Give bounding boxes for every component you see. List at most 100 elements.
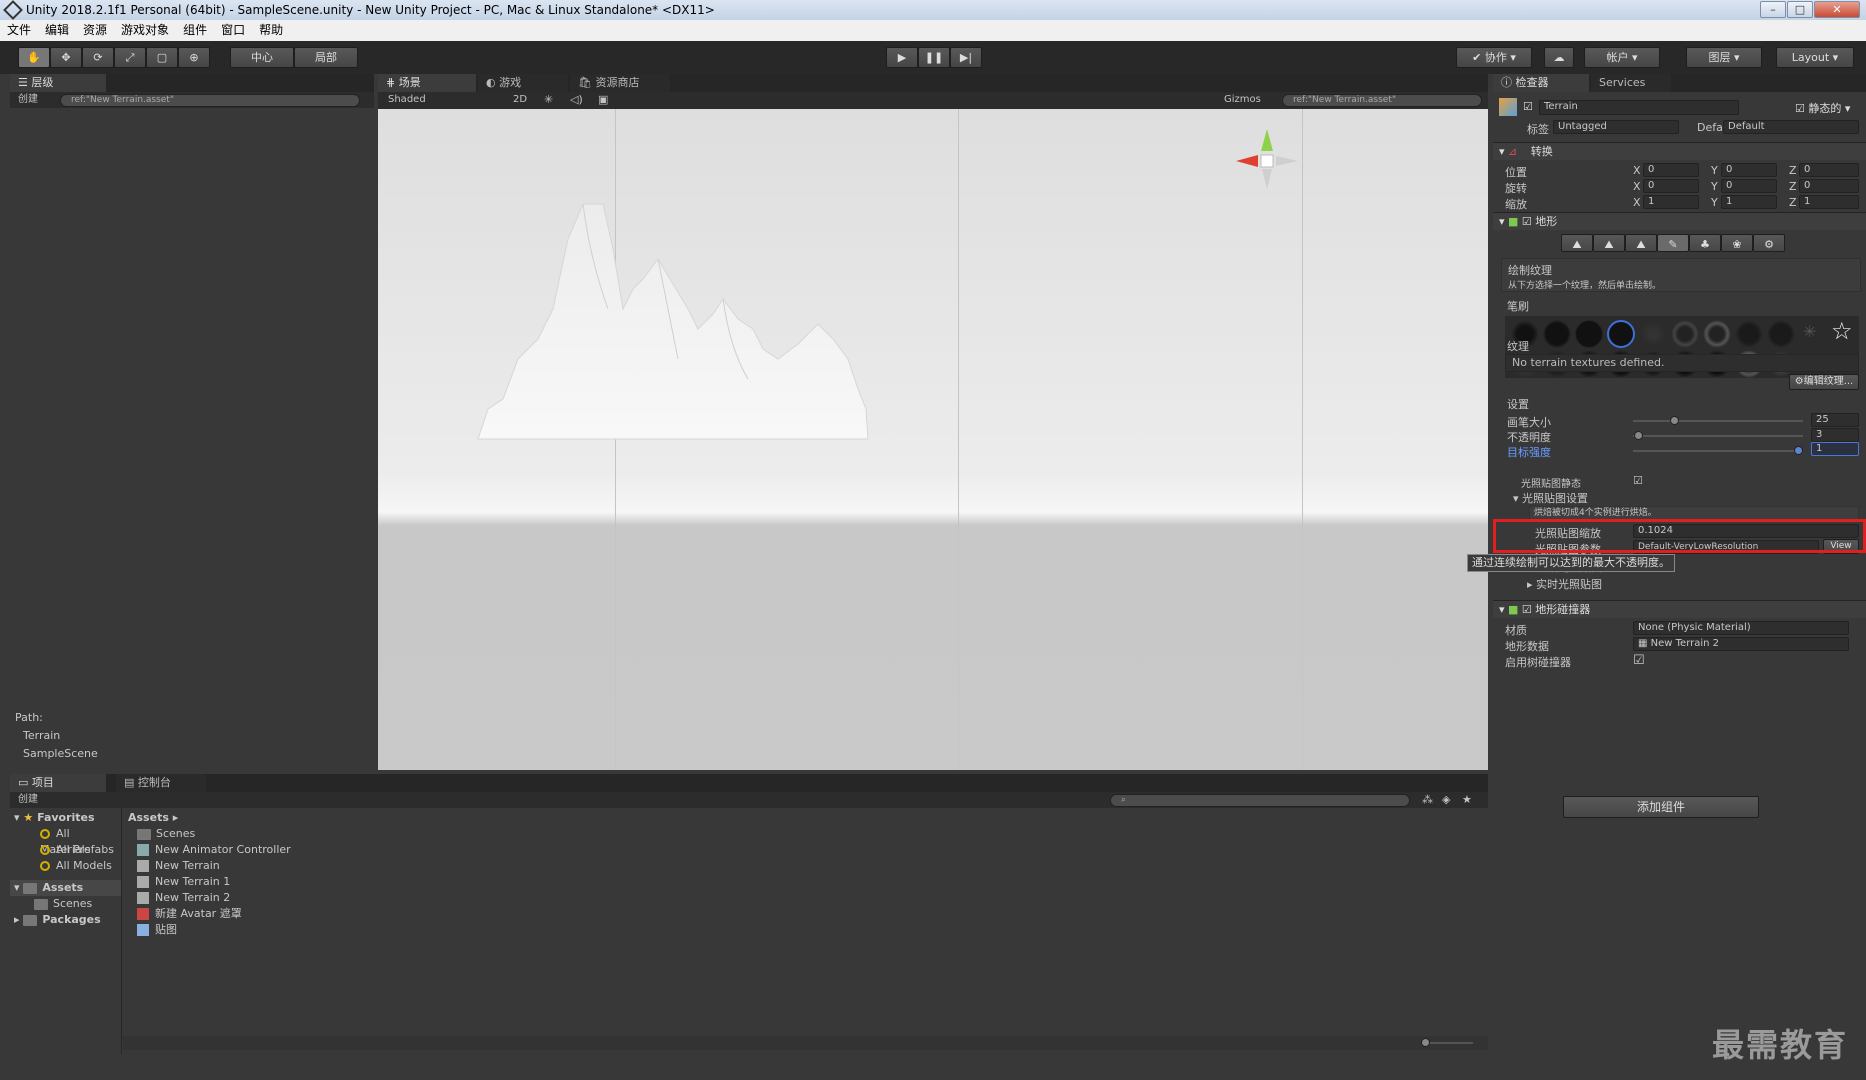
- smooth-height-icon[interactable]: ⛰: [1625, 234, 1657, 252]
- brush-option[interactable]: [1575, 350, 1603, 378]
- breadcrumb[interactable]: Assets ▸: [128, 810, 178, 826]
- brush-option[interactable]: [1735, 320, 1763, 348]
- tab-services[interactable]: Services: [1591, 74, 1671, 92]
- active-checkbox[interactable]: ☑: [1523, 100, 1533, 113]
- brush-option[interactable]: [1607, 350, 1635, 378]
- favorites-folder[interactable]: ▾ ★ Favorites: [14, 810, 95, 826]
- tab-game[interactable]: ◐ 游戏: [478, 74, 568, 92]
- brush-option[interactable]: [1735, 350, 1763, 378]
- edit-textures-button[interactable]: ⚙编辑纹理...: [1789, 374, 1859, 390]
- audio-toggle-icon[interactable]: ◁): [570, 92, 583, 108]
- brush-option[interactable]: [1511, 350, 1539, 378]
- scale-tool-icon[interactable]: ⤢: [114, 47, 146, 68]
- raise-terrain-icon[interactable]: ⛰: [1561, 234, 1593, 252]
- filter-label-icon[interactable]: ◈: [1442, 792, 1450, 808]
- favorite-item[interactable]: All Prefabs: [40, 842, 114, 858]
- account-dropdown[interactable]: 帐户 ▾: [1584, 47, 1660, 68]
- menu-component[interactable]: 组件: [176, 20, 214, 41]
- brush-option[interactable]: [1543, 320, 1571, 348]
- gizmos-dropdown[interactable]: Gizmos: [1224, 92, 1261, 108]
- rotation-x-field[interactable]: 0: [1643, 179, 1699, 193]
- menu-gameobject[interactable]: 游戏对象: [114, 20, 176, 41]
- position-x-field[interactable]: 0: [1643, 163, 1699, 177]
- assets-folder[interactable]: ▾ Assets: [10, 880, 121, 896]
- brush-option[interactable]: [1767, 320, 1795, 348]
- paint-height-icon[interactable]: ⛰: [1593, 234, 1625, 252]
- menu-file[interactable]: 文件: [0, 20, 38, 41]
- list-item[interactable]: New Terrain: [137, 858, 220, 874]
- paint-details-icon[interactable]: ❀: [1721, 234, 1753, 252]
- position-z-field[interactable]: 0: [1799, 163, 1859, 177]
- close-button[interactable]: ✕: [1814, 1, 1860, 18]
- tab-project[interactable]: ▭ 项目: [10, 774, 106, 792]
- mode-2d-toggle[interactable]: 2D: [513, 92, 527, 108]
- lighting-toggle-icon[interactable]: ✳: [544, 92, 553, 108]
- object-name-field[interactable]: Terrain: [1539, 100, 1739, 115]
- static-toggle[interactable]: ☑ 静态的 ▾: [1795, 100, 1850, 116]
- folder-item[interactable]: Scenes: [34, 896, 92, 912]
- shading-dropdown[interactable]: Shaded: [388, 92, 426, 108]
- hand-tool-icon[interactable]: ✋: [18, 47, 50, 68]
- brush-option[interactable]: [1639, 350, 1667, 378]
- brush-option[interactable]: ✳: [1803, 322, 1816, 341]
- star-brush-icon[interactable]: ☆: [1831, 317, 1853, 345]
- scene-search-input[interactable]: ref:"New Terrain.asset": [1282, 94, 1482, 107]
- list-item[interactable]: 新建 Avatar 遮罩: [137, 906, 242, 922]
- transform-header[interactable]: ▾ ⊿ 转换: [1493, 142, 1866, 160]
- place-trees-icon[interactable]: ♣: [1689, 234, 1721, 252]
- brush-option[interactable]: [1639, 320, 1667, 348]
- project-create-button[interactable]: 创建: [18, 792, 38, 808]
- local-toggle[interactable]: 局部: [294, 47, 358, 68]
- rotation-z-field[interactable]: 0: [1799, 179, 1859, 193]
- brush-option[interactable]: [1543, 350, 1571, 378]
- terrain-header[interactable]: ▾ ■ ☑ 地形: [1493, 212, 1866, 230]
- brush-option[interactable]: [1703, 320, 1731, 348]
- brush-option[interactable]: [1575, 320, 1603, 348]
- rotate-tool-icon[interactable]: ⟳: [82, 47, 114, 68]
- scene-viewport[interactable]: [378, 109, 1488, 770]
- menu-help[interactable]: 帮助: [252, 20, 290, 41]
- list-item[interactable]: New Terrain 1: [137, 874, 230, 890]
- minimize-button[interactable]: –: [1760, 1, 1786, 18]
- cloud-icon[interactable]: ☁: [1544, 47, 1574, 68]
- effects-toggle-icon[interactable]: ▣: [598, 92, 608, 108]
- add-component-button[interactable]: 添加组件: [1563, 796, 1759, 818]
- filter-type-icon[interactable]: ⁂: [1422, 792, 1433, 808]
- paint-texture-icon[interactable]: ✎: [1657, 234, 1689, 252]
- brush-option-selected[interactable]: [1607, 320, 1635, 348]
- step-button[interactable]: ▶|: [950, 47, 982, 68]
- list-item[interactable]: 贴图: [137, 922, 177, 938]
- brush-option[interactable]: [1671, 320, 1699, 348]
- position-y-field[interactable]: 0: [1721, 163, 1777, 177]
- layers-dropdown[interactable]: 图层 ▾: [1686, 47, 1762, 68]
- rect-tool-icon[interactable]: ▢: [146, 47, 178, 68]
- orientation-gizmo-icon[interactable]: [1232, 119, 1302, 199]
- menu-assets[interactable]: 资源: [76, 20, 114, 41]
- tag-dropdown[interactable]: Untagged: [1553, 120, 1679, 134]
- scale-y-field[interactable]: 1: [1721, 195, 1777, 209]
- tab-inspector[interactable]: ⓘ 检查器: [1493, 74, 1589, 92]
- list-item[interactable]: Scenes: [137, 826, 195, 842]
- favorite-item[interactable]: All Materials: [40, 826, 121, 856]
- packages-folder[interactable]: ▸ Packages: [14, 912, 101, 928]
- terrain-settings-icon[interactable]: ⚙: [1753, 234, 1785, 252]
- maximize-button[interactable]: □: [1787, 1, 1813, 18]
- menu-edit[interactable]: 编辑: [38, 20, 76, 41]
- move-tool-icon[interactable]: ✥: [50, 47, 82, 68]
- icon-size-slider-knob[interactable]: [1421, 1038, 1430, 1047]
- tab-console[interactable]: ▤ 控制台: [116, 774, 206, 792]
- tab-asset-store[interactable]: 🛍 资源商店: [570, 74, 670, 92]
- brush-option[interactable]: [1703, 350, 1731, 378]
- brush-option[interactable]: [1671, 350, 1699, 378]
- list-item[interactable]: New Animator Controller: [137, 842, 291, 858]
- tab-hierarchy[interactable]: ☰ 层级: [10, 74, 106, 92]
- play-button[interactable]: ▶: [886, 47, 918, 68]
- collab-dropdown[interactable]: ✔ 协作 ▾: [1456, 47, 1532, 68]
- pivot-toggle[interactable]: 中心: [230, 47, 294, 68]
- hierarchy-search-input[interactable]: ref:"New Terrain.asset": [60, 94, 360, 107]
- pause-button[interactable]: ❚❚: [918, 47, 950, 68]
- tab-scene[interactable]: ⋕ 场景: [378, 74, 476, 92]
- menu-window[interactable]: 窗口: [214, 20, 252, 41]
- scale-z-field[interactable]: 1: [1799, 195, 1859, 209]
- transform-tool-icon[interactable]: ⊕: [178, 47, 210, 68]
